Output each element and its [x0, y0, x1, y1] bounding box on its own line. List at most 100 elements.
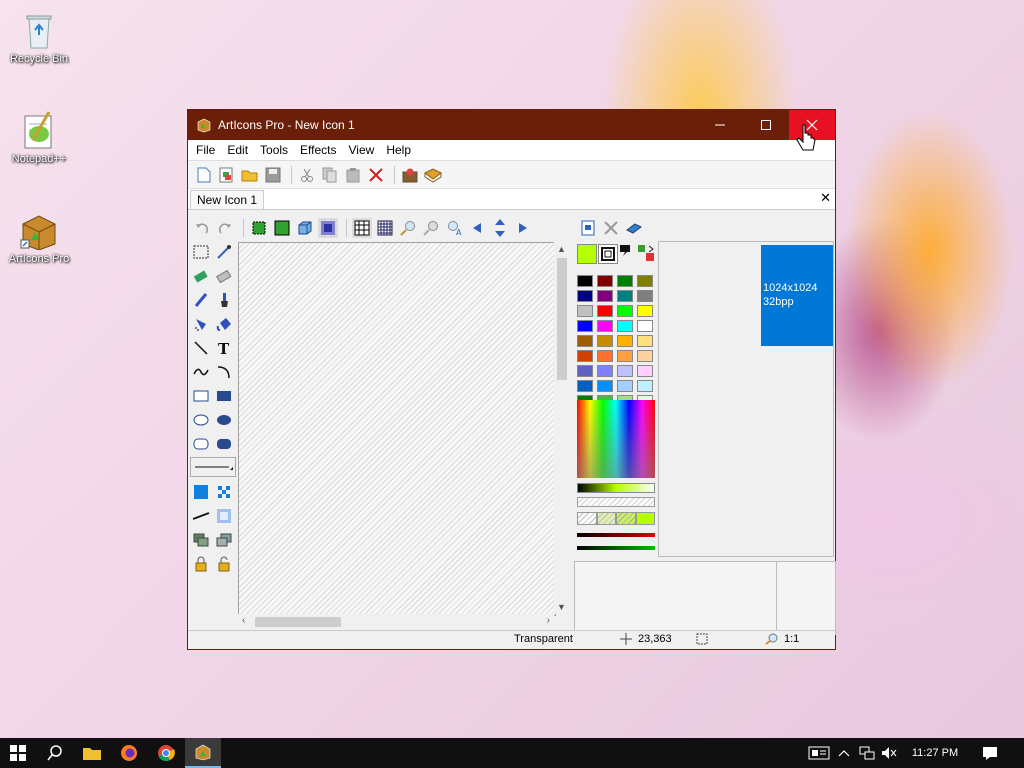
- palette-swatch[interactable]: [597, 275, 613, 287]
- copy-icon[interactable]: [320, 165, 340, 185]
- minimize-button[interactable]: [697, 110, 743, 140]
- select-all-icon[interactable]: [249, 218, 269, 238]
- transparent-color-icon[interactable]: [598, 244, 618, 264]
- palette-swatch[interactable]: [617, 290, 633, 302]
- paste-icon[interactable]: [343, 165, 363, 185]
- palette-swatch[interactable]: [597, 380, 613, 392]
- color-picker-tool-icon[interactable]: [213, 241, 235, 263]
- grid-icon[interactable]: [352, 218, 372, 238]
- resources-icon[interactable]: [400, 165, 420, 185]
- lock-icon[interactable]: [190, 553, 212, 575]
- title-bar[interactable]: ArtIcons Pro - New Icon 1: [188, 110, 835, 140]
- palette-swatch[interactable]: [577, 275, 593, 287]
- unlock-icon[interactable]: [213, 553, 235, 575]
- palette-swatch[interactable]: [597, 290, 613, 302]
- palette-swatch[interactable]: [617, 335, 633, 347]
- rounded-rect-tool-icon[interactable]: [190, 433, 212, 455]
- red-channel-bar[interactable]: [577, 533, 655, 537]
- document-tab[interactable]: New Icon 1: [190, 190, 265, 209]
- palette-swatch[interactable]: [597, 320, 613, 332]
- new-file-icon[interactable]: [194, 165, 214, 185]
- new-from-image-icon[interactable]: [217, 165, 237, 185]
- palette-swatch[interactable]: [637, 380, 653, 392]
- zoom-out-icon[interactable]: [421, 218, 441, 238]
- fill-bucket-tool-icon[interactable]: [213, 313, 235, 335]
- palette-swatch[interactable]: [637, 335, 653, 347]
- vertical-scroll-thumb[interactable]: [557, 258, 567, 380]
- palette-swatch[interactable]: [637, 290, 653, 302]
- tab-close-icon[interactable]: ✕: [820, 190, 831, 206]
- color-eraser-tool-icon[interactable]: [190, 265, 212, 287]
- shift-left-icon[interactable]: [467, 218, 487, 238]
- palette-swatch[interactable]: [597, 335, 613, 347]
- rect-select-tool-icon[interactable]: [190, 241, 212, 263]
- alpha-slider[interactable]: [577, 497, 655, 507]
- volume-muted-icon[interactable]: [878, 746, 900, 760]
- frame-select-icon[interactable]: [318, 218, 338, 238]
- palette-swatch[interactable]: [637, 305, 653, 317]
- palette-swatch[interactable]: [577, 380, 593, 392]
- palette-swatch[interactable]: [637, 275, 653, 287]
- redo-icon[interactable]: [215, 218, 235, 238]
- brush-tool-icon[interactable]: [213, 289, 235, 311]
- palette-swatch[interactable]: [617, 305, 633, 317]
- taskbar-chrome[interactable]: [148, 738, 184, 768]
- scroll-up-icon[interactable]: ▲: [557, 244, 566, 254]
- airbrush-tool-icon[interactable]: [190, 313, 212, 335]
- open-folder-icon[interactable]: [240, 165, 260, 185]
- shift-right-icon[interactable]: [513, 218, 533, 238]
- rectangle-tool-icon[interactable]: [190, 385, 212, 407]
- clear-format-icon[interactable]: [624, 218, 644, 238]
- line-tool-icon[interactable]: [190, 337, 212, 359]
- palette-swatch[interactable]: [617, 320, 633, 332]
- menu-tools[interactable]: Tools: [254, 143, 294, 157]
- clock[interactable]: 11:27 PM: [900, 747, 970, 759]
- filled-rectangle-tool-icon[interactable]: [213, 385, 235, 407]
- taskbar-articons-pro[interactable]: [185, 738, 221, 768]
- canvas-horizontal-scrollbar[interactable]: ‹ ›: [238, 614, 554, 630]
- palette-swatch[interactable]: [577, 350, 593, 362]
- cut-icon[interactable]: [297, 165, 317, 185]
- delete-icon[interactable]: [366, 165, 386, 185]
- action-card-icon[interactable]: [806, 746, 832, 760]
- taskbar-file-explorer[interactable]: [74, 738, 110, 768]
- green-channel-bar[interactable]: [577, 546, 655, 550]
- layer-front-icon[interactable]: [190, 529, 212, 551]
- menu-edit[interactable]: Edit: [221, 143, 254, 157]
- filled-rounded-rect-tool-icon[interactable]: [213, 433, 235, 455]
- desktop-icon-recycle-bin[interactable]: Recycle Bin: [2, 10, 76, 65]
- canvas-vertical-scrollbar[interactable]: ▼ ▲: [554, 242, 570, 614]
- maximize-button[interactable]: [743, 110, 789, 140]
- pencil-tool-icon[interactable]: [190, 289, 212, 311]
- layer-back-icon[interactable]: [213, 529, 235, 551]
- scroll-down-icon[interactable]: ▼: [557, 602, 566, 612]
- library-icon[interactable]: [423, 165, 443, 185]
- shift-vertical-icon[interactable]: [490, 218, 510, 238]
- palette-swatch[interactable]: [637, 365, 653, 377]
- select-image-icon[interactable]: [272, 218, 292, 238]
- menu-view[interactable]: View: [343, 143, 381, 157]
- fill-mode-icon[interactable]: [190, 481, 212, 503]
- menu-effects[interactable]: Effects: [294, 143, 342, 157]
- horizontal-scroll-thumb[interactable]: [255, 617, 341, 627]
- zoom-fit-icon[interactable]: A: [444, 218, 464, 238]
- color-spectrum-picker[interactable]: [577, 400, 655, 478]
- palette-swatch[interactable]: [637, 320, 653, 332]
- menu-help[interactable]: Help: [380, 143, 417, 157]
- add-format-icon[interactable]: [578, 218, 598, 238]
- inverse-color-icon[interactable]: [619, 244, 635, 260]
- pattern-mode-icon[interactable]: [213, 481, 235, 503]
- desktop-icon-notepadpp[interactable]: Notepad++: [2, 110, 76, 165]
- palette-swatch[interactable]: [617, 365, 633, 377]
- line-width-selector[interactable]: [190, 457, 236, 477]
- grid-fine-icon[interactable]: [375, 218, 395, 238]
- undo-icon[interactable]: [192, 218, 212, 238]
- eraser-tool-icon[interactable]: [213, 265, 235, 287]
- antialias-on-icon[interactable]: [190, 505, 212, 527]
- scroll-right-icon[interactable]: ›: [547, 615, 550, 626]
- palette-swatch[interactable]: [577, 335, 593, 347]
- swap-colors-icon[interactable]: [637, 244, 655, 262]
- start-button[interactable]: [0, 738, 36, 768]
- format-item-selected[interactable]: 1024x1024 32bpp: [761, 245, 833, 346]
- palette-swatch[interactable]: [617, 275, 633, 287]
